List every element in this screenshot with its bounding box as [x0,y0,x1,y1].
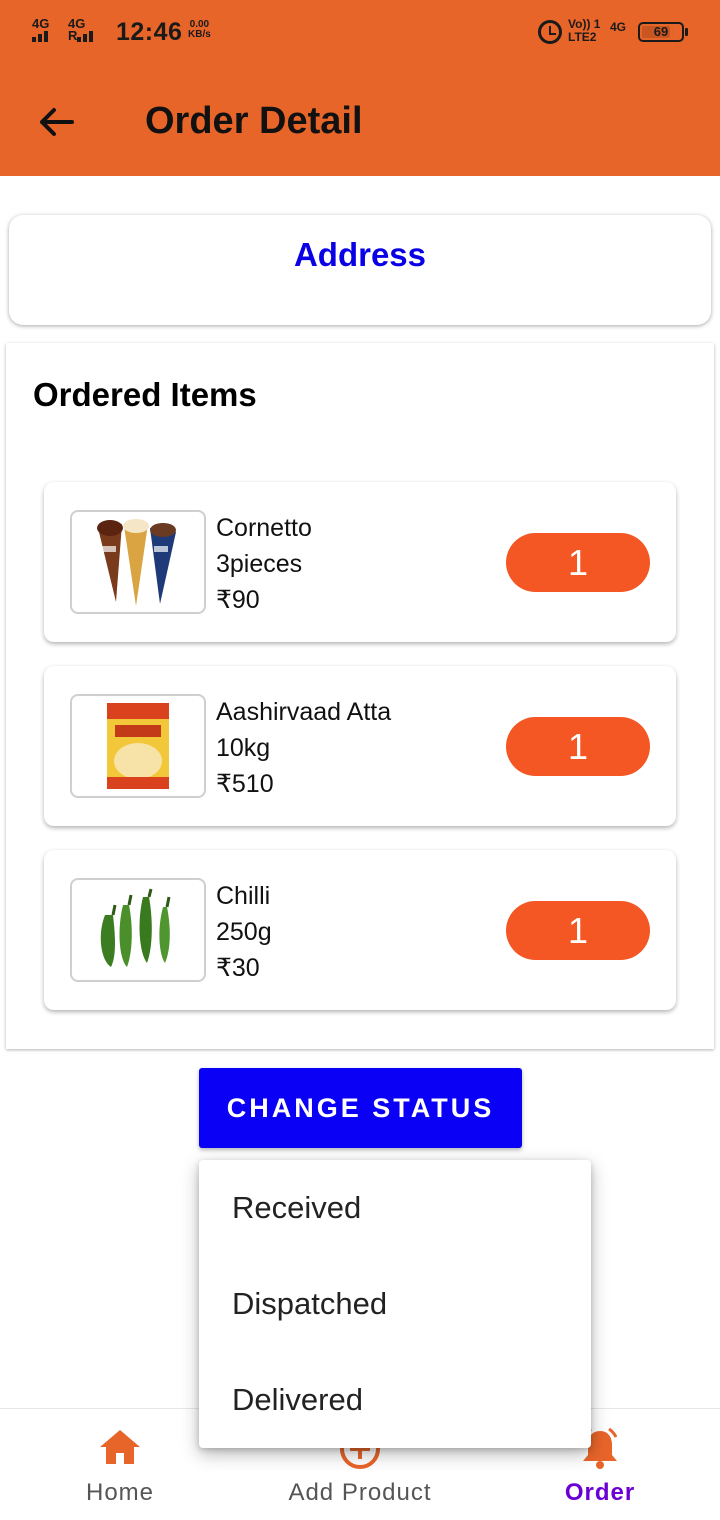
quantity-badge[interactable]: 1 [506,901,650,960]
sim-label: 1 [593,17,601,31]
product-name: Chilli [216,882,271,910]
product-price: ₹510 [216,770,274,798]
signal-2: 4G R [68,17,95,43]
lte-label: LTE2 [568,30,597,44]
product-info: Cornetto 3pieces ₹90 [216,510,312,618]
battery-icon: 69 [638,22,688,42]
menu-item-delivered[interactable]: Delivered [199,1352,591,1448]
page-title: Order Detail [145,100,363,142]
net-speed-unit: KB/s [188,29,211,40]
product-info: Aashirvaad Atta 10kg ₹510 [216,694,391,802]
app-bar: 4G 4G R 12:46 0.00 KB/s Vo)) 1 LTE2 4G 6… [0,0,720,176]
volte-label: Vo)) [568,17,591,31]
back-button[interactable] [30,96,82,148]
nav-label-add-product: Add Product [288,1479,432,1506]
network-type: 4G [610,20,627,34]
order-item: Chilli 250g ₹30 1 [44,850,676,1010]
product-quantity: 3pieces [216,550,303,578]
product-quantity: 10kg [216,734,271,762]
product-price: ₹90 [216,586,260,614]
nav-label-home: Home [85,1479,155,1506]
ordered-items-title: Ordered Items [33,376,257,413]
menu-item-received[interactable]: Received [199,1160,591,1256]
product-image [70,694,206,798]
chilli-icon [100,888,171,967]
signal-1-label: 4G [32,16,50,31]
product-price: ₹30 [216,954,260,982]
product-info: Chilli 250g ₹30 [216,878,272,986]
address-title: Address [293,236,427,273]
home-icon [100,1430,140,1464]
signal-bars-icon [77,30,95,42]
menu-item-dispatched[interactable]: Dispatched [199,1256,591,1352]
quantity-badge[interactable]: 1 [506,533,650,592]
product-image [70,878,206,982]
status-time: 12:46 [116,18,183,46]
status-bar: 4G 4G R 12:46 0.00 KB/s Vo)) 1 LTE2 4G 6… [0,0,720,66]
roaming-label: R [68,28,78,43]
status-menu: Received Dispatched Delivered [199,1160,591,1448]
net-speed: 0.00 KB/s [188,20,211,40]
arrow-left-icon [40,108,74,136]
change-status-button[interactable]: CHANGE STATUS [199,1068,522,1148]
alarm-icon [538,20,562,44]
volte-indicator: Vo)) 1 LTE2 [568,18,600,44]
product-name: Aashirvaad Atta [216,698,392,726]
signal-bars-icon [32,30,50,42]
product-image [70,510,206,614]
flour-bag-icon [107,703,169,789]
nav-label-order: Order [564,1479,636,1506]
order-item: Aashirvaad Atta 10kg ₹510 1 [44,666,676,826]
product-name: Cornetto [216,514,312,542]
battery-level: 69 [653,24,669,39]
product-quantity: 250g [216,918,272,946]
order-item: Cornetto 3pieces ₹90 1 [44,482,676,642]
signal-1: 4G [32,16,50,42]
ice-cream-cone-icon [97,519,176,606]
quantity-badge[interactable]: 1 [506,717,650,776]
